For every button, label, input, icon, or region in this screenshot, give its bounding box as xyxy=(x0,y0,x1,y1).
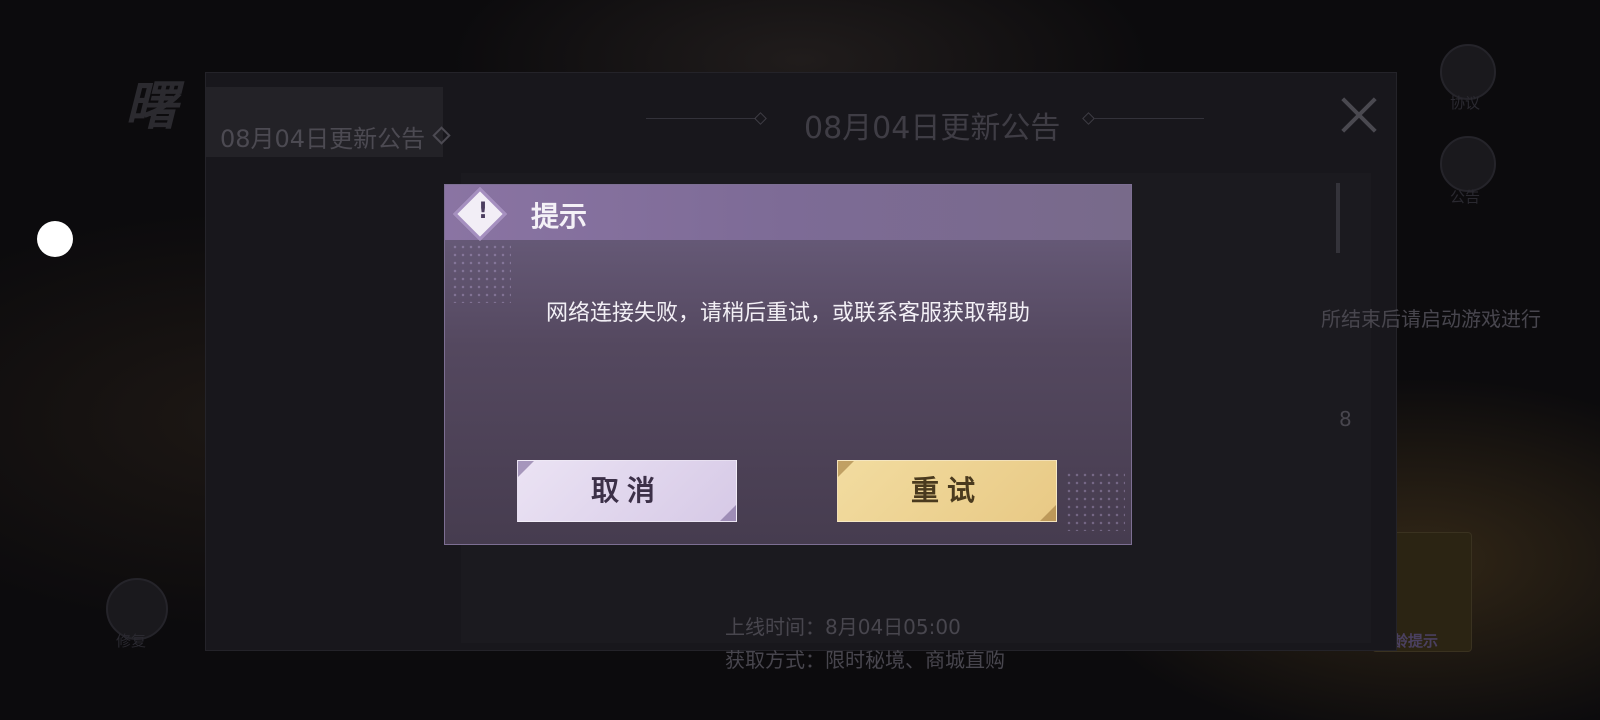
decorative-dots xyxy=(1065,471,1125,531)
retry-button-label: 重试 xyxy=(910,474,983,507)
exclamation-icon: ! xyxy=(477,199,489,224)
title-deco-line-right xyxy=(1094,118,1204,119)
content-line: 获取方式：限时秘境、商城直购 xyxy=(725,648,1005,672)
button-corner-decoration xyxy=(518,461,534,477)
button-corner-decoration xyxy=(720,505,736,521)
notice-label: 公告 xyxy=(1450,188,1481,206)
dialog-title: 提示 xyxy=(531,200,588,233)
cancel-button-label: 取消 xyxy=(590,474,663,507)
title-deco-diamond-left xyxy=(754,112,767,125)
content-line: 所结束后请启动游戏进行 xyxy=(1321,307,1541,331)
agreement-label: 协议 xyxy=(1450,94,1481,112)
close-icon[interactable] xyxy=(1336,95,1376,135)
cancel-button[interactable]: 取消 xyxy=(517,460,737,522)
announcement-tab-label: 08月04日更新公告 xyxy=(220,125,426,153)
announcement-title: 08月04日更新公告 xyxy=(804,111,1061,146)
game-logo: 曙 xyxy=(125,77,178,137)
content-line: 上线时间：8月04日05:00 xyxy=(725,615,961,639)
decorative-dots xyxy=(451,243,511,303)
dialog-message: 网络连接失败，请稍后重试，或联系客服获取帮助 xyxy=(545,301,1030,326)
tab-diamond-icon xyxy=(432,126,451,145)
button-corner-decoration xyxy=(1040,505,1056,521)
announcement-tab[interactable]: 08月04日更新公告 xyxy=(206,87,451,157)
repair-label: 修复 xyxy=(116,632,147,650)
dialog-header: ! 提示 xyxy=(445,185,1131,241)
button-corner-decoration xyxy=(838,461,854,477)
megaphone-icon[interactable] xyxy=(1440,136,1496,192)
network-error-dialog: ! 提示 网络连接失败，请稍后重试，或联系客服获取帮助 取消 重试 xyxy=(444,184,1132,545)
floating-assist-dot[interactable] xyxy=(37,221,73,257)
title-deco-diamond-right xyxy=(1082,112,1095,125)
title-deco-line-left xyxy=(646,118,756,119)
content-line: 8 xyxy=(1339,407,1352,431)
scrollbar[interactable] xyxy=(1336,183,1340,253)
retry-button[interactable]: 重试 xyxy=(837,460,1057,522)
